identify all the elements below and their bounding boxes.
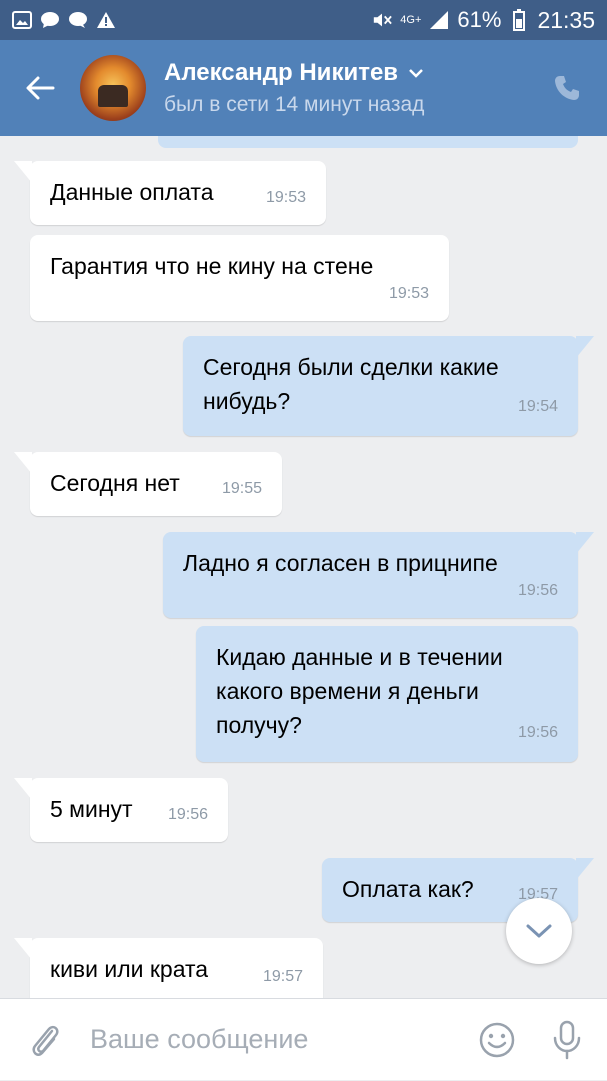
message-time: 19:53 bbox=[388, 285, 429, 302]
chevron-down-icon bbox=[409, 69, 423, 78]
message-bubble-partial bbox=[158, 136, 578, 148]
contact-status: был в сети 14 минут назад bbox=[164, 93, 425, 116]
message-text: Оплата как? bbox=[342, 876, 474, 902]
call-button[interactable] bbox=[527, 40, 607, 136]
message-text: Кидаю данные и в течении какого времени … bbox=[216, 644, 503, 738]
contact-info[interactable]: Александр Никитев был в сети 14 минут на… bbox=[164, 59, 424, 117]
chat-header: Александр Никитев был в сети 14 минут на… bbox=[0, 40, 607, 136]
smiley-icon bbox=[479, 1022, 515, 1057]
status-notifications bbox=[12, 10, 116, 30]
message-text: Данные оплата bbox=[50, 179, 214, 205]
message-bubble-incoming[interactable]: киви или крата 19:57 bbox=[14, 938, 323, 998]
message-text: киви или крата bbox=[50, 956, 209, 982]
message-icon bbox=[40, 10, 60, 30]
avatar[interactable] bbox=[80, 55, 146, 121]
emoji-button[interactable] bbox=[467, 999, 527, 1081]
mute-icon bbox=[372, 10, 393, 30]
contact-name[interactable]: Александр Никитев bbox=[164, 59, 424, 87]
message-bubble-outgoing[interactable]: Ладно я согласен в прицнипе 19:56 bbox=[163, 532, 594, 618]
battery-icon bbox=[509, 9, 529, 31]
message-text: Сегодня нет bbox=[50, 470, 180, 496]
message-list[interactable]: Данные оплата 19:53 Гарантия что не кину… bbox=[0, 136, 607, 998]
message-time: 19:56 bbox=[517, 582, 558, 599]
back-arrow-icon bbox=[26, 76, 55, 100]
message-time: 19:56 bbox=[517, 724, 558, 741]
message-bubble-incoming[interactable]: Данные оплата 19:53 bbox=[14, 161, 326, 225]
status-system: 4G+ 61% 21:35 bbox=[372, 7, 595, 34]
paperclip-icon bbox=[32, 1025, 59, 1056]
message-time: 19:54 bbox=[517, 398, 558, 415]
message-input[interactable] bbox=[90, 1024, 450, 1055]
phone-icon bbox=[555, 76, 579, 100]
message-bubble-incoming[interactable]: Сегодня нет 19:55 bbox=[14, 452, 282, 516]
clock: 21:35 bbox=[537, 6, 595, 33]
message-text: Гарантия что не кину на стене bbox=[50, 253, 374, 279]
message-time: 19:56 bbox=[167, 806, 208, 823]
signal-icon bbox=[429, 10, 449, 30]
back-button[interactable] bbox=[0, 40, 80, 136]
message-time: 19:57 bbox=[262, 968, 303, 985]
network-type: 4G+ bbox=[400, 14, 422, 26]
scroll-down-button[interactable] bbox=[506, 898, 572, 964]
microphone-icon bbox=[553, 1020, 581, 1059]
message-bubble-incoming[interactable]: 5 минут 19:56 bbox=[14, 778, 228, 842]
message-bubble-incoming[interactable]: Гарантия что не кину на стене 19:53 bbox=[30, 235, 449, 321]
warning-icon bbox=[96, 10, 116, 30]
message-composer bbox=[0, 998, 607, 1080]
battery-percent: 61% bbox=[457, 7, 502, 32]
contact-name-text: Александр Никитев bbox=[164, 59, 399, 86]
message-bubble-outgoing[interactable]: Сегодня были сделки какие нибудь? 19:54 bbox=[183, 336, 594, 436]
gallery-icon bbox=[12, 10, 32, 30]
chat-icon bbox=[68, 10, 88, 30]
message-bubble-outgoing[interactable]: Кидаю данные и в течении какого времени … bbox=[196, 626, 578, 762]
voice-message-button[interactable] bbox=[527, 999, 607, 1081]
message-time: 19:55 bbox=[221, 480, 262, 497]
message-text: 5 минут bbox=[50, 796, 133, 822]
message-text: Ладно я согласен в прицнипе bbox=[183, 550, 498, 576]
status-bar: 4G+ 61% 21:35 bbox=[0, 0, 607, 40]
attach-button[interactable] bbox=[0, 999, 90, 1081]
chevron-down-icon bbox=[526, 924, 552, 938]
message-time: 19:53 bbox=[265, 189, 306, 206]
message-text: Сегодня были сделки какие нибудь? bbox=[203, 354, 499, 414]
